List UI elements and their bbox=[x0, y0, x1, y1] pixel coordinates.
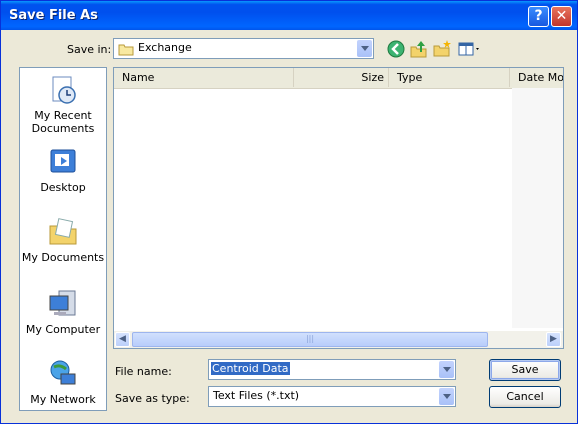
save-in-label: Save in: bbox=[67, 43, 112, 56]
scroll-right-button[interactable]: ▶ bbox=[546, 332, 561, 347]
sorted-column-shade bbox=[512, 88, 563, 328]
save-in-dropdown[interactable]: Exchange bbox=[113, 38, 374, 59]
save-in-value: Exchange bbox=[138, 41, 192, 54]
place-desktop[interactable]: Desktop bbox=[20, 146, 106, 194]
save-button[interactable]: Save bbox=[489, 359, 561, 381]
place-label: Desktop bbox=[40, 181, 86, 194]
scroll-left-button[interactable]: ◀ bbox=[115, 332, 130, 347]
recent-documents-icon bbox=[52, 76, 76, 104]
back-icon[interactable] bbox=[386, 39, 406, 59]
places-bar: My Recent Documents Desktop My Documents bbox=[19, 67, 107, 411]
chevron-down-icon[interactable] bbox=[439, 361, 454, 378]
chevron-down-icon[interactable] bbox=[439, 388, 454, 405]
view-menu-icon[interactable] bbox=[457, 39, 483, 59]
close-button[interactable]: ✕ bbox=[551, 6, 572, 27]
cancel-button[interactable]: Cancel bbox=[489, 386, 561, 408]
my-computer-icon bbox=[49, 290, 76, 316]
my-documents-icon bbox=[49, 218, 77, 245]
place-label: My Network bbox=[30, 393, 96, 406]
place-my-documents[interactable]: My Documents bbox=[20, 216, 106, 264]
my-network-icon bbox=[50, 360, 76, 385]
place-my-recent-documents[interactable]: My Recent Documents bbox=[20, 74, 106, 135]
file-list[interactable]: Name Size Type Date Mo ◀ ||| ▶ bbox=[113, 67, 564, 349]
file-name-value: Centroid Data bbox=[211, 362, 290, 375]
horizontal-scrollbar[interactable]: ◀ ||| ▶ bbox=[114, 331, 563, 348]
folder-icon bbox=[118, 44, 134, 56]
up-folder-icon[interactable] bbox=[409, 39, 429, 59]
place-my-computer[interactable]: My Computer bbox=[20, 288, 106, 336]
scroll-thumb[interactable]: ||| bbox=[132, 332, 488, 347]
desktop-icon bbox=[50, 149, 76, 173]
save-as-type-dropdown[interactable]: Text Files (*.txt) bbox=[208, 386, 456, 407]
save-as-type-value: Text Files (*.txt) bbox=[213, 389, 300, 402]
chevron-down-icon[interactable] bbox=[357, 40, 372, 57]
save-file-as-dialog: Save File As ? ✕ Save in: Exchange My Re… bbox=[0, 0, 578, 424]
file-name-label: File name: bbox=[115, 365, 172, 378]
help-button[interactable]: ? bbox=[528, 6, 549, 27]
place-label: My Computer bbox=[25, 323, 101, 336]
title-bar[interactable]: Save File As ? ✕ bbox=[1, 1, 577, 30]
save-as-type-label: Save as type: bbox=[115, 392, 190, 405]
column-header-date-modified[interactable]: Date Mo bbox=[510, 68, 563, 87]
window-title: Save File As bbox=[9, 8, 98, 23]
column-header-name[interactable]: Name bbox=[114, 68, 294, 87]
column-header-type[interactable]: Type bbox=[389, 68, 510, 87]
new-folder-icon[interactable] bbox=[432, 39, 452, 59]
column-header-size[interactable]: Size bbox=[294, 68, 389, 87]
place-my-network[interactable]: My Network bbox=[20, 358, 106, 406]
place-label: My Documents bbox=[21, 251, 105, 264]
file-name-field[interactable]: Centroid Data bbox=[208, 359, 456, 380]
file-list-header: Name Size Type Date Mo bbox=[114, 68, 563, 89]
place-label: My Recent Documents bbox=[31, 109, 95, 135]
